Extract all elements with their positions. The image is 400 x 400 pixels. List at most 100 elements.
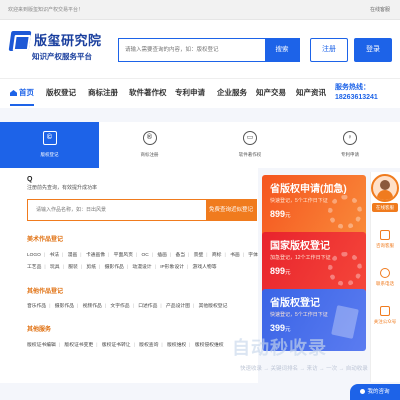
service-tile-software[interactable]: ▭ 软件著作权 [200,122,300,168]
category-link[interactable]: 书画 [230,251,240,258]
category-link[interactable]: IP形象设计 [160,263,184,270]
search-button[interactable]: 搜索 [265,39,299,61]
nav-item-enterprise[interactable]: 企业服务 [217,87,247,98]
online-service-link[interactable]: 在线客服 [370,6,390,13]
sidebar-item-phone[interactable]: 联系电话 [370,268,400,287]
category-link[interactable]: 文字作品 [110,302,129,309]
category-link[interactable]: 摄影作品 [55,302,74,309]
register-button[interactable]: 注册 [310,38,348,62]
category-link[interactable]: 工艺品 [27,263,41,270]
promo-price: 899元 [270,266,291,276]
category-title-other: 其他作品登记 [27,289,64,295]
promo-price: 899元 [270,209,291,219]
category-link[interactable]: 产品设计图 [166,302,190,309]
category-link[interactable]: 版权证书变更 [64,341,93,348]
category-link[interactable]: 备当 [175,251,185,258]
category-link[interactable]: 服装 [68,263,78,270]
my-consult-button[interactable]: 我的咨询 [350,384,400,400]
document-icon [331,305,359,339]
nav-item-patent[interactable]: 专利申请 [175,87,205,98]
category-link[interactable]: 剪纸 [86,263,96,270]
category-link[interactable]: 摄影作品 [105,263,124,270]
nav-item-software[interactable]: 软件著作权 [129,87,167,98]
query-description: 注册前先查询，有效提升成功率 [27,185,98,191]
nav-item-news[interactable]: 知产资讯 [296,87,326,98]
nav-item-home[interactable]: 首页 [10,87,34,106]
category-link[interactable]: 漫画 [68,251,78,258]
service-tile-label: 软件著作权 [238,152,262,157]
category-link[interactable]: 口述作品 [138,302,157,309]
welcome-text: 欢迎来到版玺知识产权交易平台！ [8,7,84,13]
nav-item-trademark[interactable]: 商标注册 [88,87,118,98]
top-bar: 欢迎来到版玺知识产权交易平台！ 在线客服 [0,0,400,20]
category-link[interactable]: 书法 [49,251,59,258]
category-link[interactable]: 版权证书编辑 [27,341,56,348]
category-row-art-1: LOGO | 书法 | 漫画 | 卡通画像 | 平面风页 | OC | 插画 | 备当 | 景壁… [27,251,258,258]
category-link[interactable]: 卡通画像 [86,251,105,258]
bulb-icon: ♀ [343,131,357,145]
home-icon [10,90,17,96]
promo-subtitle: 加急登记，12个工作日下证 [270,255,331,261]
logo-icon[interactable] [8,31,32,51]
category-link[interactable]: 字体 [248,251,258,258]
gear-icon [328,252,362,286]
sidebar-item-consult[interactable]: 咨询客服 [370,230,400,249]
category-row-art-2: 工艺品 | 玩具 | 服装 | 剪纸 | 摄影作品 | 动漫设计 | IP形象设计 | 游戏人… [27,263,217,270]
promo-subtitle: 快速登记，5个工作日下证 [270,312,328,318]
promo-title: 国家版权登记 [270,241,330,252]
category-link[interactable]: 动漫设计 [132,263,151,270]
category-link[interactable]: 版权侵权维权 [195,341,224,348]
service-tile-copyright[interactable]: © 版权登记 [0,122,99,168]
hotline-number: 18263613241 [335,94,378,101]
nav-item-copyright[interactable]: 版权登记 [46,87,76,98]
category-link[interactable]: 视频作品 [83,302,102,309]
phone-icon [380,268,390,278]
software-icon: ▭ [243,131,257,145]
category-link[interactable]: 版权维权 [167,341,186,348]
service-tile-trademark[interactable]: ® 商标注册 [99,122,200,168]
work-name-input[interactable] [28,200,208,220]
logo-subtitle: 知识产权服务平台 [32,52,92,61]
nav-item-trade[interactable]: 知产交易 [256,87,286,98]
promo-subtitle: 快速登记，5个工作日下证 [270,198,328,204]
login-button[interactable]: 登录 [354,38,392,62]
sidebar-item-label: 咨询客服 [376,243,394,248]
category-link[interactable]: 音乐作品 [27,302,46,309]
search-input[interactable] [119,39,265,61]
hotline-label: 服务热线： [335,84,370,91]
query-box: 免费查询近似登记 [27,199,257,221]
copyright-icon: © [42,131,57,145]
promo-card-national[interactable]: 国家版权登记 加急登记，12个工作日下证 899元 [262,232,366,294]
sidebar-item-label: 关注公众号 [373,319,397,324]
sidebar-item-wechat[interactable]: 关注公众号 [370,306,400,325]
category-link[interactable]: 其他版权登记 [199,302,228,309]
promo-title: 省版权申请(加急) [270,184,347,195]
category-row-other: 音乐作品 | 摄影作品 | 视频作品 | 文字作品 | 口述作品 | 产品设计图 | 其他版… [27,302,228,309]
free-query-button[interactable]: 免费查询近似登记 [206,200,256,220]
category-link[interactable]: 版权证书转让 [102,341,131,348]
category-link[interactable]: 商标 [212,251,222,258]
category-link[interactable]: 版权查询 [139,341,158,348]
category-row-services: 版权证书编辑 | 版权证书变更 | 版权证书转让 | 版权查询 | 版权维权 | 版权侵权… [27,341,224,348]
category-link[interactable]: 玩具 [50,263,60,270]
category-link[interactable]: 平面风页 [114,251,133,258]
category-link[interactable]: LOGO [27,253,41,258]
watermark-subtitle: 快速收录 → 关键词排名 → 来访 → 一次 → 自动收录 [240,366,368,372]
category-link[interactable]: OC [141,253,148,258]
service-tile-patent[interactable]: ♀ 专利申请 [300,122,400,168]
service-tile-label: 专利申请 [341,152,359,157]
logo-title[interactable]: 版玺研究院 [34,30,102,49]
promo-card-provincial-urgent[interactable]: 省版权申请(加急) 快速登记，5个工作日下证 899元 [262,175,366,237]
service-tiles: © 版权登记 ® 商标注册 ▭ 软件著作权 ♀ 专利申请 [0,122,400,168]
site-header: 版玺研究院 知识产权服务平台 搜索 注册 登录 [0,20,400,78]
category-title-art: 美术作品登记 [27,237,64,243]
chat-icon [380,230,390,240]
category-link[interactable]: 景壁 [194,251,204,258]
avatar[interactable] [371,174,399,202]
category-link[interactable]: 游戏人物等 [193,263,217,270]
search-box: 搜索 [118,38,300,62]
category-link[interactable]: 插画 [157,251,167,258]
category-title-services: 其他服务 [27,327,52,333]
promo-title: 省版权登记 [270,298,320,309]
online-service-badge[interactable]: 在线客服 [372,203,398,212]
